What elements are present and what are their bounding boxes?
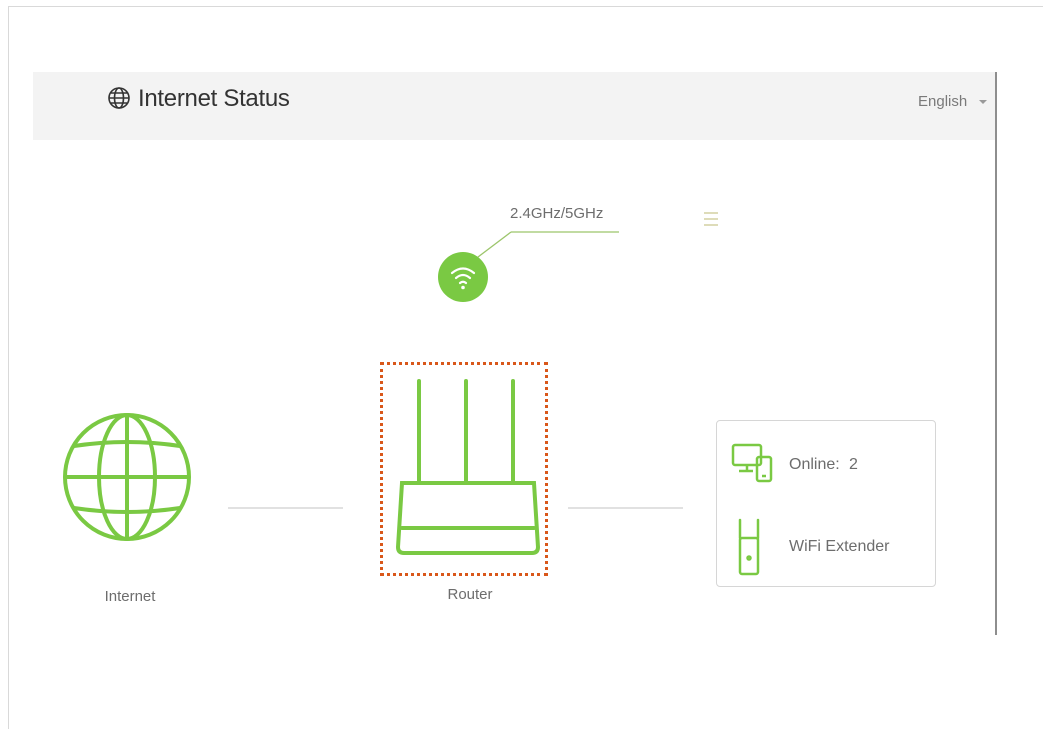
wifi-extender-label: WiFi Extender [789, 538, 890, 555]
wifi-settings-icon[interactable] [702, 210, 720, 230]
internet-status-panel: Internet Status English 2.4GHz/5GHz Inte… [33, 72, 996, 635]
chevron-down-icon[interactable] [979, 100, 987, 104]
wifi-extender-icon[interactable] [735, 518, 763, 576]
router-icon[interactable] [394, 375, 542, 561]
device-status-card: Online: 2 WiFi Extender [716, 420, 936, 587]
devices-icon[interactable] [731, 441, 775, 485]
page-header: Internet Status English [33, 72, 996, 140]
internet-globe-icon[interactable] [61, 400, 193, 554]
frame-left-border [8, 6, 9, 729]
router-label: Router [447, 586, 493, 603]
online-count: 2 [849, 456, 858, 473]
frame-top-border [8, 6, 1043, 7]
language-select[interactable]: English [918, 93, 967, 110]
online-label: Online: [789, 456, 840, 473]
globe-icon [108, 87, 130, 109]
wifi-band-label: 2.4GHz/5GHz [510, 205, 604, 222]
panel-scrollbar-edge [995, 72, 997, 635]
page-title: Internet Status [138, 85, 290, 112]
internet-label: Internet [104, 588, 156, 605]
wifi-icon[interactable] [437, 251, 489, 303]
